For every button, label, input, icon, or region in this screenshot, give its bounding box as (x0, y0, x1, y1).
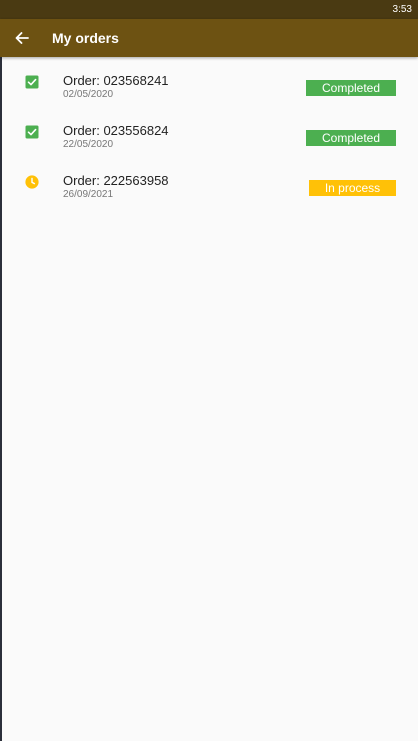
orders-list: Order: 023568241 02/05/2020 Completed Or… (0, 57, 418, 207)
clock-icon (25, 175, 39, 189)
order-date: 22/05/2020 (63, 139, 114, 150)
arrow-left-icon (15, 32, 29, 44)
order-title: Order: 222563958 (63, 173, 169, 188)
check-box-icon (25, 75, 39, 89)
status-bar: 3:53 (0, 0, 418, 19)
status-badge: In process (309, 180, 396, 196)
order-date: 26/09/2021 (63, 189, 114, 200)
order-row[interactable]: Order: 023556824 22/05/2020 Completed (0, 107, 418, 157)
order-row[interactable]: Order: 023568241 02/05/2020 Completed (0, 57, 418, 107)
status-badge: Completed (306, 130, 396, 146)
order-title: Order: 023556824 (63, 123, 169, 138)
back-button[interactable] (0, 19, 44, 57)
order-row[interactable]: Order: 222563958 26/09/2021 In process (0, 157, 418, 207)
order-title: Order: 023568241 (63, 73, 169, 88)
status-time: 3:53 (392, 4, 412, 15)
status-badge: Completed (306, 80, 396, 96)
order-date: 02/05/2020 (63, 89, 114, 100)
check-box-icon (25, 125, 39, 139)
page-title: My orders (52, 30, 119, 46)
app-bar: My orders (0, 19, 418, 57)
